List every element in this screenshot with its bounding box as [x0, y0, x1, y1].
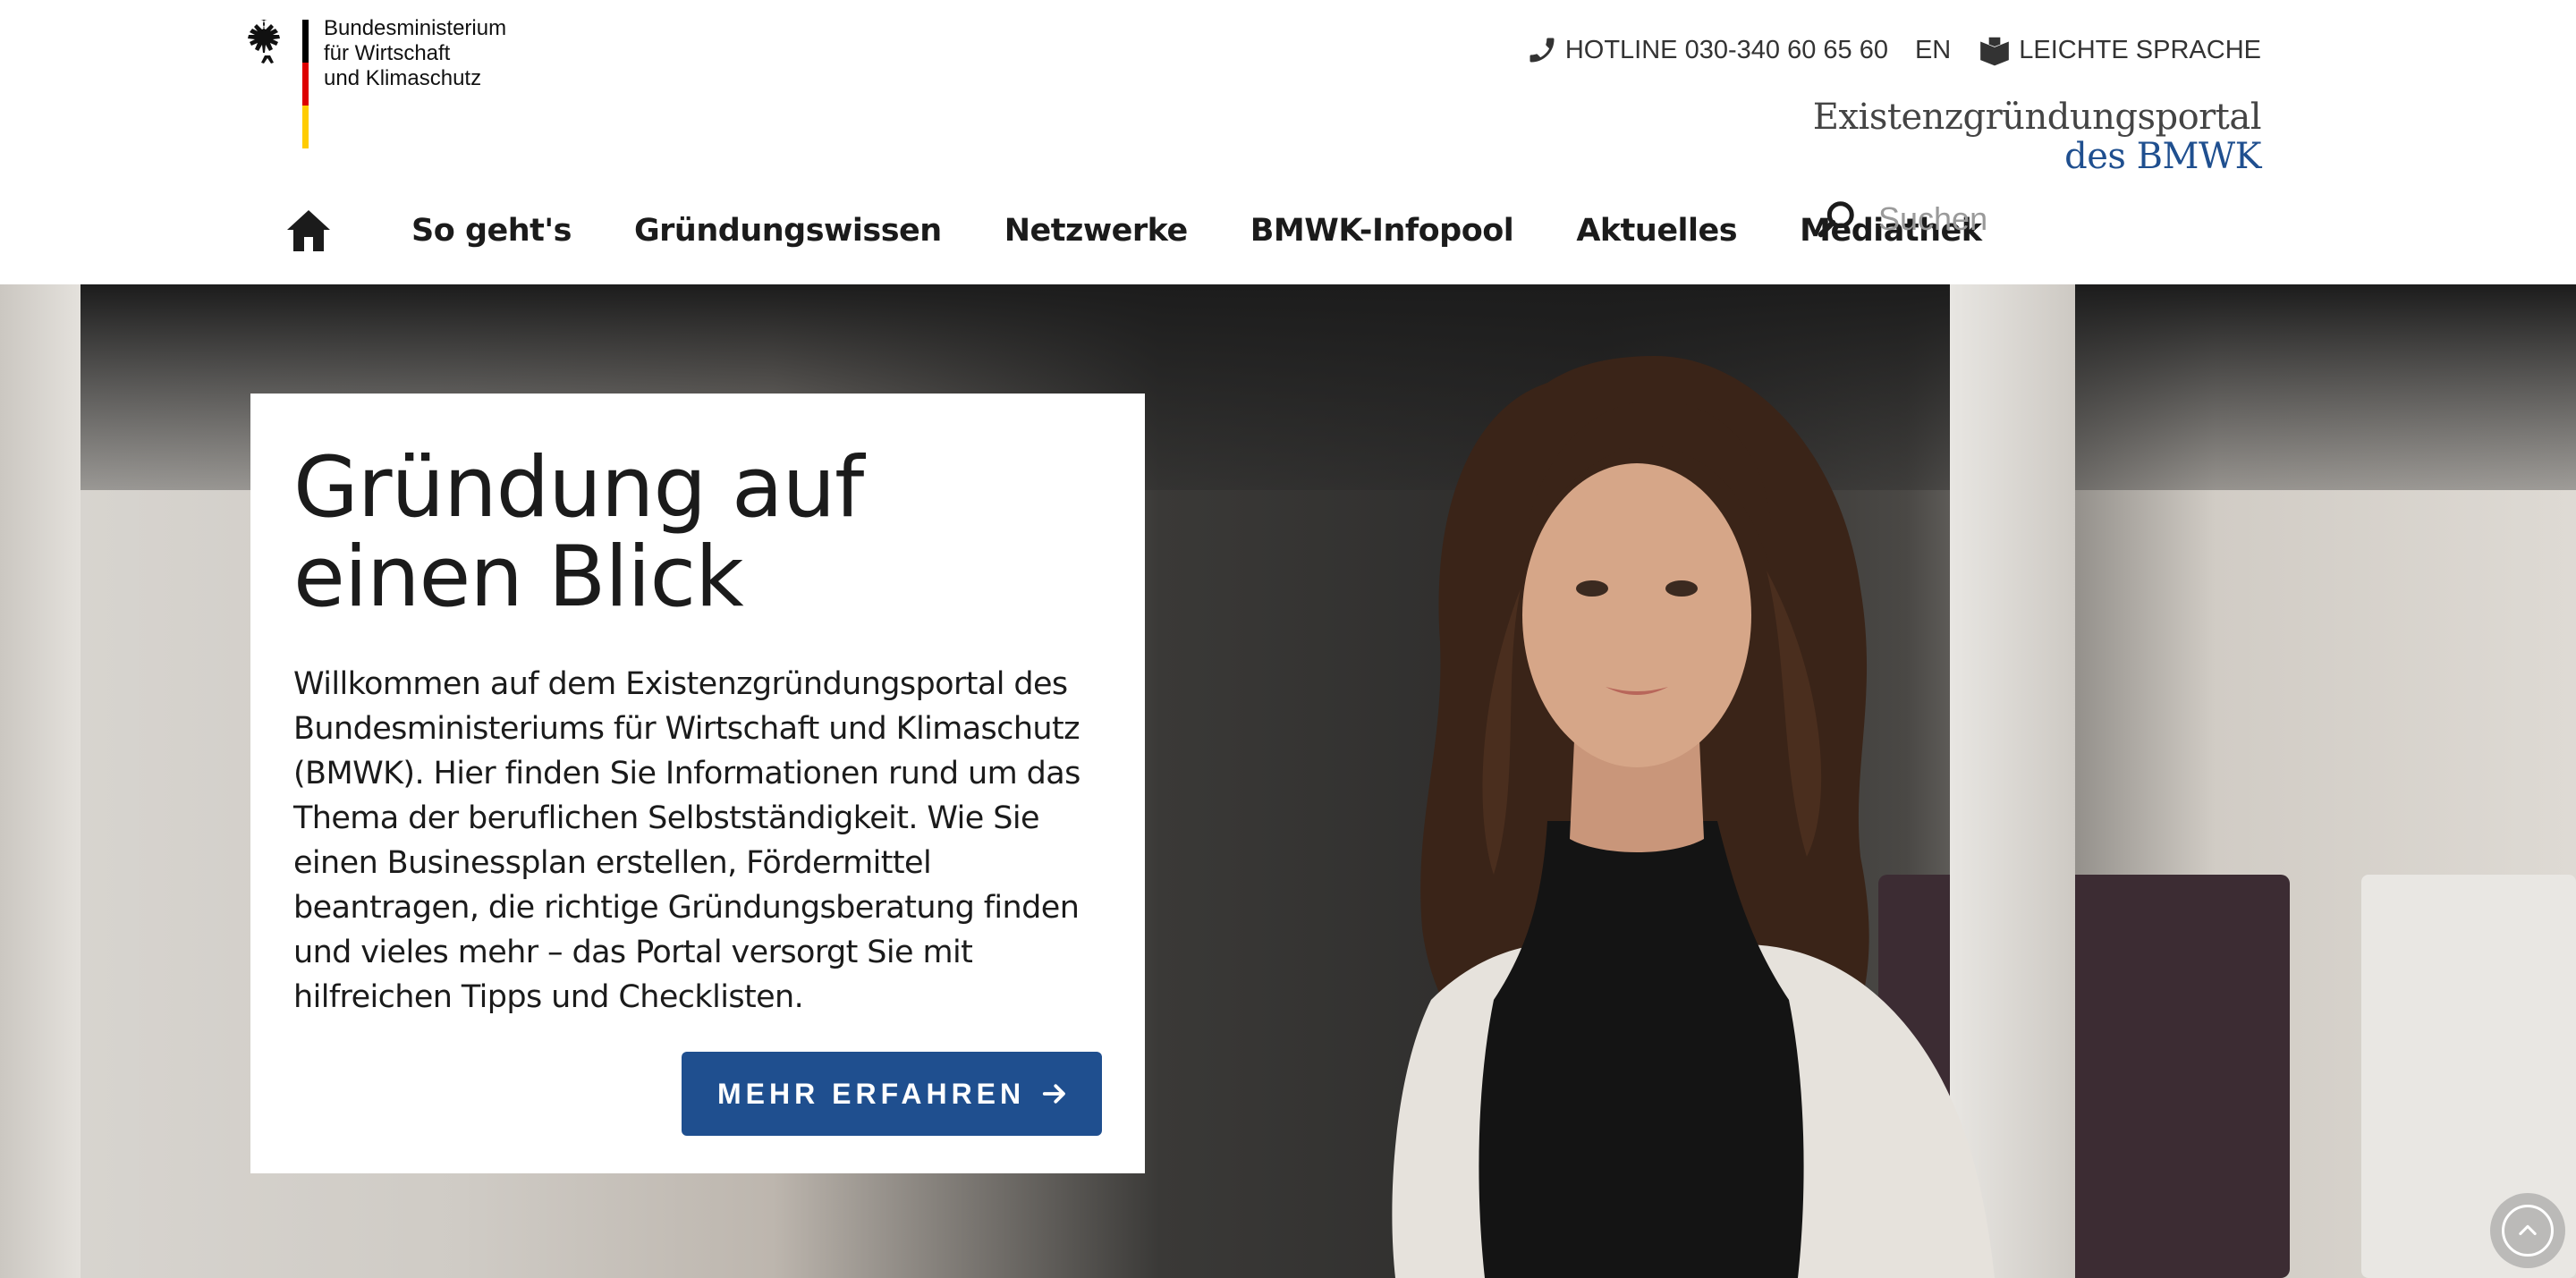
background-pillar	[0, 284, 80, 1278]
hotline-link[interactable]: HOTLINE 030-340 60 65 60	[1526, 34, 1888, 66]
back-to-top-ring	[2502, 1205, 2554, 1257]
portal-wordmark[interactable]: Existenzgründungsportal des BMWK	[1812, 97, 2262, 177]
portal-title: Existenzgründungsportal	[1812, 97, 2262, 138]
book-icon	[1980, 37, 2010, 66]
back-to-top-button[interactable]	[2490, 1193, 2565, 1268]
meta-navigation: HOTLINE 030-340 60 65 60 EN LEICHTE SPRA…	[1526, 34, 2261, 66]
nav-item-so-gehts[interactable]: So geht's	[411, 213, 572, 249]
home-icon	[287, 210, 330, 251]
easy-language-link[interactable]: LEICHTE SPRACHE	[1978, 34, 2261, 66]
language-switch[interactable]: EN	[1915, 36, 1951, 65]
language-label: EN	[1914, 35, 1952, 64]
search-box	[1816, 199, 2166, 240]
ministry-line: für Wirtschaft	[324, 41, 451, 65]
hero-title: Gründung auf einen Blick	[293, 439, 864, 626]
hero-text: Willkommen auf dem Existenzgründungsport…	[293, 666, 1080, 1015]
phone-icon	[1530, 38, 1555, 63]
hero-card: Gründung auf einen Blick Willkommen auf …	[250, 394, 1145, 1173]
home-link[interactable]	[277, 204, 340, 258]
search-icon[interactable]	[1816, 199, 1857, 240]
search-input[interactable]	[1877, 199, 2166, 239]
site-header: Bundesministerium für Wirtschaft und Kli…	[0, 0, 2576, 284]
arrow-right-icon	[1042, 1084, 1065, 1104]
hero-photo-person	[1392, 356, 1995, 1278]
eagle-icon	[248, 20, 280, 63]
main-navigation: So geht's Gründungswissen Netzwerke BMWK…	[277, 204, 2045, 258]
portal-subtitle: des BMWK	[2064, 136, 2261, 177]
chevron-up-icon	[2519, 1224, 2537, 1236]
nav-item-bmwk-infopool[interactable]: BMWK-Infopool	[1250, 213, 1514, 249]
ministry-name: Bundesministerium für Wirtschaft und Kli…	[324, 16, 506, 91]
button-label: MEHR ERFAHREN	[717, 1077, 1026, 1110]
hotline-text: HOTLINE 030-340 60 65 60	[1564, 35, 1888, 64]
ministry-line: und Klimaschutz	[324, 66, 482, 90]
easy-language-text: LEICHTE SPRACHE	[2019, 35, 2261, 64]
mehr-erfahren-button[interactable]: MEHR ERFAHREN	[682, 1052, 1102, 1136]
flag-stripe	[302, 20, 309, 148]
ministry-line: Bundesministerium	[324, 16, 507, 40]
hero-section: Gründung auf einen Blick Willkommen auf …	[0, 284, 2576, 1278]
nav-item-gruendungswissen[interactable]: Gründungswissen	[634, 213, 942, 249]
nav-item-aktuelles[interactable]: Aktuelles	[1576, 213, 1737, 249]
nav-item-netzwerke[interactable]: Netzwerke	[1004, 213, 1189, 249]
